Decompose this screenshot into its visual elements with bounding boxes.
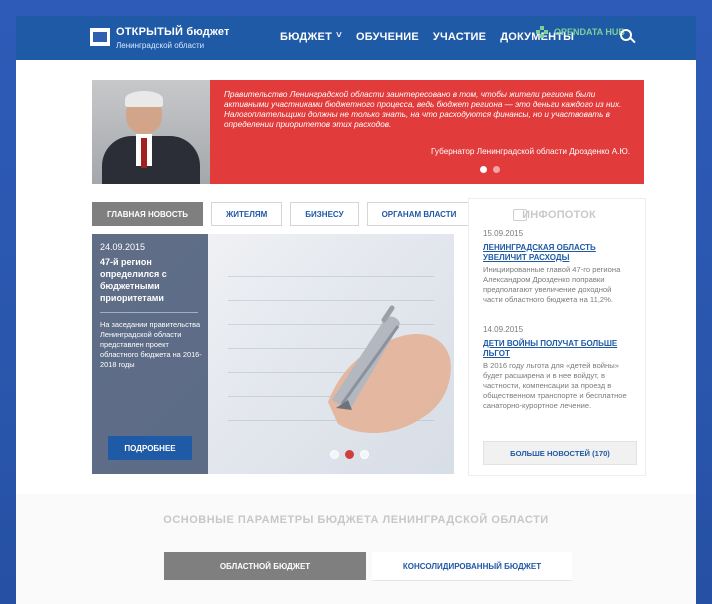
main-nav: БЮДЖЕТ ОБУЧЕНИЕ УЧАСТИЕ ДОКУМЕНТЫ	[280, 30, 574, 47]
main-news-slide: 24.09.2015 47-й регион определился с бюд…	[92, 234, 454, 474]
banner-pagination	[480, 166, 500, 173]
banner-dot-2[interactable]	[493, 166, 500, 173]
news-pagination	[330, 450, 369, 459]
news-headline[interactable]: 47-й регион определился с бюджетными при…	[100, 256, 200, 304]
info-item-text: В 2016 году льгота для «детей войны» буд…	[483, 361, 627, 410]
nav-item-participation[interactable]: УЧАСТИЕ	[433, 31, 486, 47]
regional-budget-button[interactable]: ОБЛАСТНОЙ БЮДЖЕТ	[164, 552, 366, 580]
nav-item-learning[interactable]: ОБУЧЕНИЕ	[356, 31, 419, 47]
info-item-title[interactable]: ЛЕНИНГРАДСКАЯ ОБЛАСТЬ УВЕЛИЧИТ РАСХОДЫ	[483, 243, 633, 263]
budget-params-section: ОСНОВНЫЕ ПАРАМЕТРЫ БЮДЖЕТА ЛЕНИНГРАДСКОЙ…	[16, 494, 696, 604]
banner-dot-1[interactable]	[480, 166, 487, 173]
browser-frame: ОТКРЫТЫЙ бюджет Ленинградской области БЮ…	[0, 0, 712, 604]
governor-photo	[92, 80, 210, 184]
news-dot-3[interactable]	[360, 450, 369, 459]
logo-title[interactable]: ОТКРЫТЫЙ бюджет	[116, 26, 230, 38]
governor-quote: Правительство Ленинградской области заин…	[224, 90, 622, 129]
consolidated-budget-button[interactable]: КОНСОЛИДИРОВАННЫЙ БЮДЖЕТ	[372, 552, 572, 581]
news-overlay: 24.09.2015 47-й регион определился с бюд…	[92, 234, 208, 474]
quote-author: Губернатор Ленинградской области Дрозден…	[431, 147, 630, 156]
budget-params-title: ОСНОВНЫЕ ПАРАМЕТРЫ БЮДЖЕТА ЛЕНИНГРАДСКОЙ…	[163, 514, 549, 526]
info-item-text: Инициированные главой 47-го региона Алек…	[483, 265, 621, 304]
more-news-button[interactable]: БОЛЬШЕ НОВОСТЕЙ (170)	[483, 441, 637, 465]
tab-authorities[interactable]: ОРГАНАМ ВЛАСТИ	[366, 202, 472, 226]
tab-residents[interactable]: ЖИТЕЛЯМ	[211, 202, 283, 226]
info-item-title[interactable]: ДЕТИ ВОЙНЫ ПОЛУЧАТ БОЛЬШЕ ЛЬГОТ	[483, 339, 633, 359]
infostream-panel: ИНФОПОТОК 15.09.2015 ЛЕНИНГРАДСКАЯ ОБЛАС…	[468, 198, 646, 476]
logo-flag-icon[interactable]	[90, 28, 110, 46]
news-divider	[100, 312, 198, 313]
governor-quote-banner: Правительство Ленинградской области заин…	[92, 80, 644, 184]
news-dot-1[interactable]	[330, 450, 339, 459]
search-icon[interactable]	[620, 29, 634, 43]
infostream-title: ИНФОПОТОК	[522, 209, 596, 221]
site-header: ОТКРЫТЫЙ бюджет Ленинградской области БЮ…	[16, 16, 696, 60]
news-dot-2[interactable]	[345, 450, 354, 459]
opendata-label: OPENDATA HUB	[554, 27, 625, 37]
page: ОТКРЫТЫЙ бюджет Ленинградской области БЮ…	[16, 16, 696, 604]
read-more-button[interactable]: ПОДРОБНЕЕ	[108, 436, 192, 460]
nav-item-budget[interactable]: БЮДЖЕТ	[280, 30, 342, 47]
opendata-hub-link[interactable]: OPENDATA HUB	[536, 26, 625, 38]
news-date: 24.09.2015	[100, 242, 146, 252]
opendata-icon	[536, 26, 548, 38]
info-item-date: 14.09.2015	[483, 325, 524, 334]
tab-business[interactable]: БИЗНЕСУ	[290, 202, 359, 226]
news-tabs: ГЛАВНАЯ НОВОСТЬ ЖИТЕЛЯМ БИЗНЕСУ ОРГАНАМ …	[92, 202, 472, 226]
logo-subtitle: Ленинградской области	[116, 41, 205, 50]
info-item-date: 15.09.2015	[483, 229, 524, 238]
tab-main-news[interactable]: ГЛАВНАЯ НОВОСТЬ	[92, 202, 204, 226]
news-summary: На заседании правительства Ленинградской…	[100, 320, 202, 369]
